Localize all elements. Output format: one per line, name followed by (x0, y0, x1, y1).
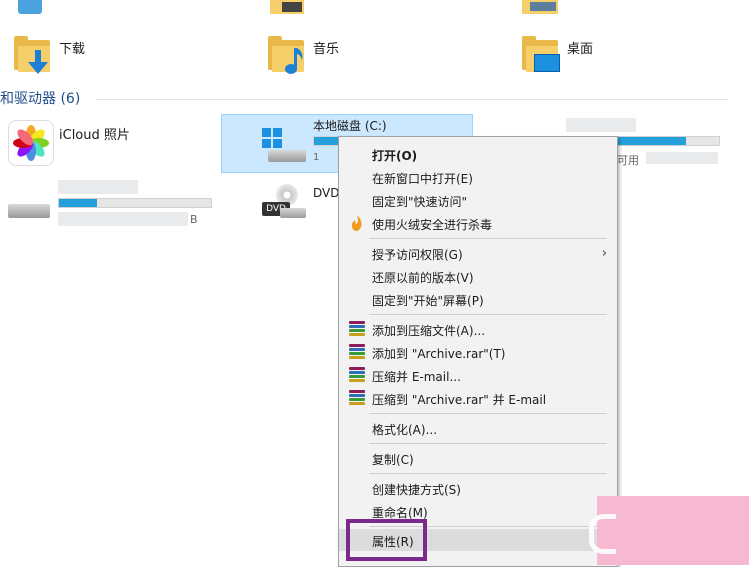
winrar-icon (349, 390, 365, 406)
windows-logo-icon (262, 128, 282, 148)
blurred-drive-name (566, 118, 636, 132)
music-note-icon (285, 48, 303, 74)
menu-item-grant-access[interactable]: 授予访问权限(G) › (339, 242, 617, 264)
section-divider (96, 99, 729, 100)
menu-item-create-shortcut[interactable]: 创建快捷方式(S) (339, 477, 617, 499)
blurred-drive-size-left (58, 212, 188, 226)
section-title[interactable]: 和驱动器 (6) (0, 88, 80, 108)
watermark-block (589, 496, 749, 565)
drive-body-icon (280, 208, 306, 218)
menu-item-pin-start[interactable]: 固定到"开始"屏幕(P) (339, 288, 617, 310)
menu-item-compress-email[interactable]: 压缩并 E-mail... (339, 364, 617, 386)
context-menu: 打开(O) 在新窗口中打开(E) 固定到"快速访问" 使用火绒安全进行杀毒 授予… (338, 136, 618, 567)
highlight-box-properties (346, 519, 427, 561)
left-drive-usage-bar (58, 198, 212, 208)
left-drive-icon[interactable] (8, 200, 50, 222)
partial-icon-top-3 (522, 0, 558, 16)
huorong-icon (351, 215, 362, 231)
desktop-screen-icon (534, 54, 560, 72)
folder-label-music[interactable]: 音乐 (313, 38, 339, 57)
download-arrow-icon (28, 50, 48, 74)
local-disk-label[interactable]: 本地磁盘 (C:) (313, 117, 387, 134)
menu-separator (369, 238, 607, 239)
menu-item-add-to-archive[interactable]: 添加到压缩文件(A)... (339, 318, 617, 340)
hard-drive-icon (8, 204, 50, 218)
menu-item-open[interactable]: 打开(O) (339, 143, 617, 165)
partial-icon-top-2 (268, 0, 304, 16)
folder-label-desktop[interactable]: 桌面 (567, 38, 593, 57)
winrar-icon (349, 344, 365, 360)
icloud-photos-label[interactable]: iCloud 照片 (59, 124, 130, 143)
folder-label-downloads[interactable]: 下载 (59, 38, 85, 57)
icloud-photos-icon[interactable] (8, 120, 54, 166)
right-drive-free-text: 可用 (617, 154, 639, 167)
menu-item-huorong-scan[interactable]: 使用火绒安全进行杀毒 (339, 212, 617, 234)
winrar-icon (349, 321, 365, 337)
dvd-drive-label[interactable]: DVD (313, 186, 339, 200)
dvd-drive-icon[interactable]: DVD (260, 184, 308, 224)
menu-item-add-to-archive-rar[interactable]: 添加到 "Archive.rar"(T) (339, 341, 617, 363)
menu-separator (369, 473, 607, 474)
partial-icon-top-1 (14, 0, 46, 16)
menu-separator (369, 413, 607, 414)
chevron-right-icon: › (601, 246, 607, 261)
menu-item-format[interactable]: 格式化(A)... (339, 417, 617, 439)
downloads-folder[interactable] (14, 36, 54, 76)
blurred-drive-name-left (58, 180, 138, 194)
menu-separator (369, 443, 607, 444)
blurred-drive-free-size (646, 152, 718, 164)
menu-separator (369, 314, 607, 315)
watermark-glyph (589, 514, 616, 554)
menu-item-restore-versions[interactable]: 还原以前的版本(V) (339, 265, 617, 287)
photos-flower-icon (13, 125, 49, 161)
menu-item-compress-rar-email[interactable]: 压缩到 "Archive.rar" 并 E-mail (339, 387, 617, 409)
local-disk-partial-text: 1 (313, 152, 320, 163)
desktop-folder[interactable] (522, 36, 562, 76)
hard-drive-icon (268, 150, 306, 162)
menu-item-copy[interactable]: 复制(C) (339, 447, 617, 469)
menu-item-open-new-window[interactable]: 在新窗口中打开(E) (339, 166, 617, 188)
left-drive-partial-text: B (190, 213, 198, 226)
music-folder[interactable] (268, 36, 308, 76)
menu-item-pin-quick-access[interactable]: 固定到"快速访问" (339, 189, 617, 211)
winrar-icon (349, 367, 365, 383)
windows-drive-icon[interactable] (260, 126, 308, 166)
